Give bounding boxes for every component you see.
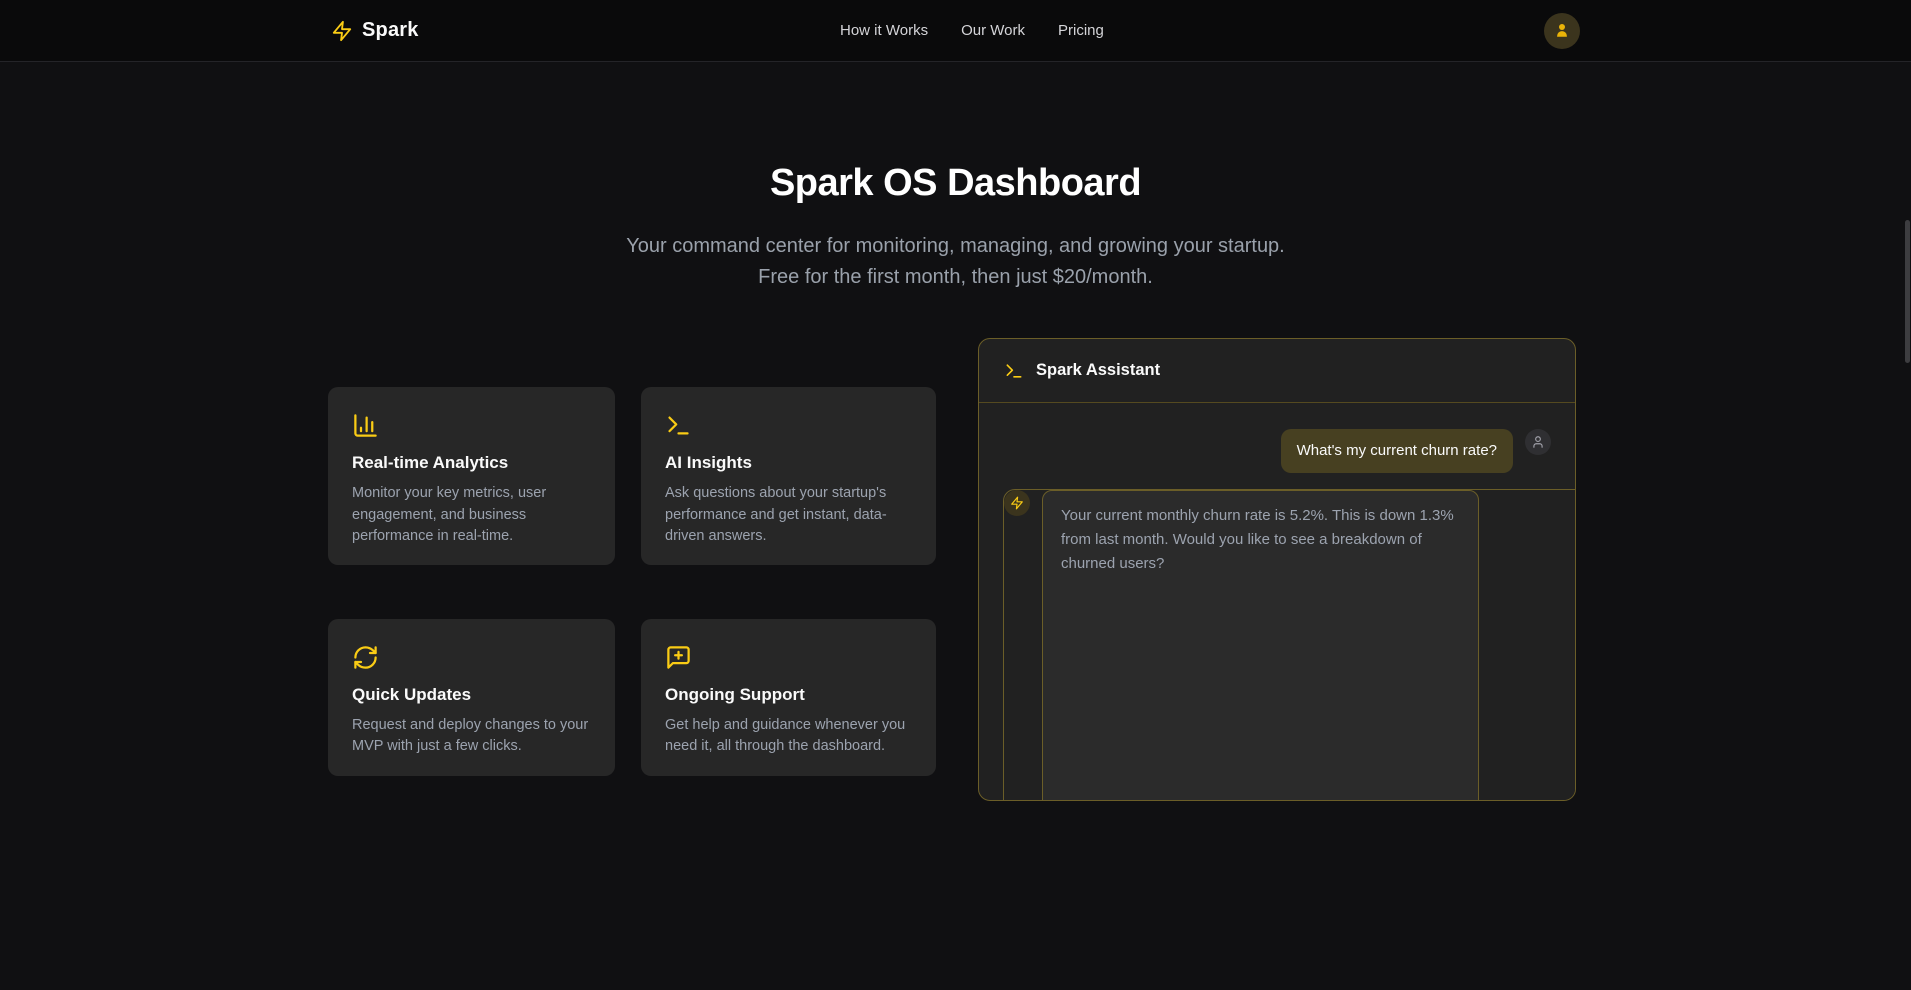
zap-icon: [331, 20, 353, 42]
user-message: What's my current churn rate?: [1003, 429, 1551, 473]
terminal-icon: [1004, 361, 1024, 381]
page-subtitle: Your command center for monitoring, mana…: [611, 231, 1301, 293]
feature-title: Real-time Analytics: [352, 453, 591, 473]
brand-name: Spark: [362, 19, 419, 42]
feature-card-quick-updates: Quick Updates Request and deploy changes…: [328, 619, 615, 776]
hero-section: Spark OS Dashboard Your command center f…: [0, 162, 1911, 293]
user-message-bubble: What's my current churn rate?: [1281, 429, 1513, 473]
feature-grid: Real-time Analytics Monitor your key met…: [328, 387, 936, 801]
assistant-message-bubble: Your current monthly churn rate is 5.2%.…: [1042, 490, 1479, 801]
user-avatar: [1525, 429, 1551, 455]
feature-description: Request and deploy changes to your MVP w…: [352, 715, 591, 758]
nav-link-our-work[interactable]: Our Work: [961, 22, 1025, 39]
page-scrollbar-thumb[interactable]: [1905, 220, 1910, 363]
feature-description: Monitor your key metrics, user engagemen…: [352, 483, 591, 548]
feature-card-ongoing-support: Ongoing Support Get help and guidance wh…: [641, 619, 936, 776]
message-square-plus-icon: [665, 644, 912, 671]
page-title: Spark OS Dashboard: [0, 162, 1911, 205]
main-content: Real-time Analytics Monitor your key met…: [328, 338, 1576, 801]
feature-title: AI Insights: [665, 453, 912, 473]
user-icon: [1553, 21, 1571, 42]
assistant-message: Your current monthly churn rate is 5.2%.…: [1003, 489, 1576, 801]
message-list: What's my current churn rate? Your curre…: [979, 403, 1575, 801]
brand-logo[interactable]: Spark: [331, 19, 419, 42]
spark-assistant-panel: Spark Assistant What's my current churn …: [978, 338, 1576, 801]
feature-card-ai-insights: AI Insights Ask questions about your sta…: [641, 387, 936, 565]
assistant-header: Spark Assistant: [979, 339, 1575, 403]
feature-title: Quick Updates: [352, 685, 591, 705]
feature-description: Get help and guidance whenever you need …: [665, 715, 912, 758]
assistant-title: Spark Assistant: [1036, 361, 1160, 380]
zap-icon: [1004, 490, 1030, 516]
chart-column-icon: [352, 412, 591, 439]
refresh-icon: [352, 644, 591, 671]
nav-link-pricing[interactable]: Pricing: [1058, 22, 1104, 39]
terminal-icon: [665, 412, 912, 439]
navbar: Spark How it Works Our Work Pricing: [0, 0, 1911, 62]
nav-link-how-it-works[interactable]: How it Works: [840, 22, 928, 39]
feature-card-realtime-analytics: Real-time Analytics Monitor your key met…: [328, 387, 615, 565]
nav-links: How it Works Our Work Pricing: [840, 0, 1104, 61]
account-avatar-button[interactable]: [1544, 13, 1580, 49]
feature-description: Ask questions about your startup's perfo…: [665, 483, 912, 548]
feature-title: Ongoing Support: [665, 685, 912, 705]
